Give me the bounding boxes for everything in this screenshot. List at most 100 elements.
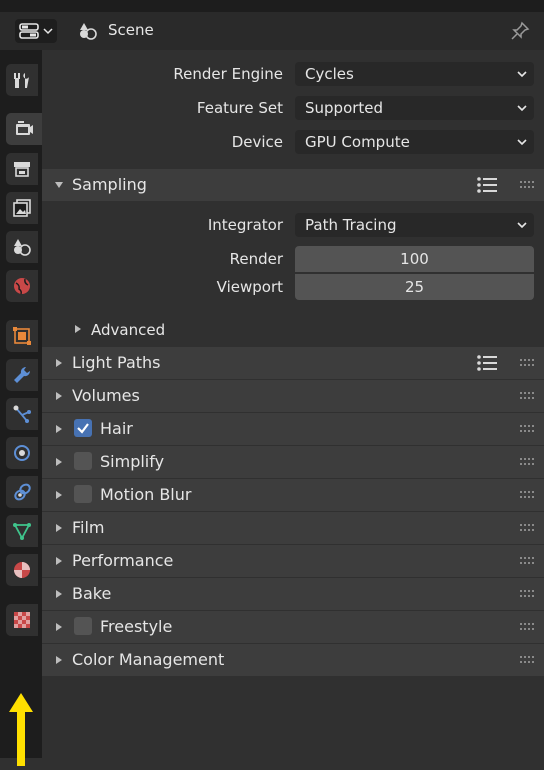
expand-right-icon [56,623,62,631]
tab-physics[interactable] [6,437,38,469]
simplify-checkbox[interactable] [74,452,92,470]
feature-set-label: Feature Set [196,99,283,117]
output-icon [14,162,30,177]
properties-header: Scene [0,12,544,50]
presets-list-icon[interactable] [476,175,498,195]
feature-set-value: Supported [305,99,384,117]
freestyle-panel-header[interactable]: Freestyle [42,611,544,643]
texture-icon [14,612,30,628]
chevron-down-icon [517,71,527,78]
render-icon [16,121,33,135]
wrench-icon [14,366,31,383]
advanced-subpanel-header[interactable]: Advanced [42,314,544,344]
tab-render[interactable] [6,113,42,145]
light-paths-panel-header[interactable]: Light Paths [42,347,544,379]
properties-editor-icon [19,23,39,39]
tab-object[interactable] [6,320,38,352]
object-icon [13,327,31,345]
sampling-title: Sampling [72,175,147,194]
scene-icon [80,23,97,40]
pin-icon[interactable] [510,21,530,41]
checkmark-icon [77,423,89,434]
tab-particles[interactable] [6,398,38,430]
expand-right-icon [56,425,62,433]
tab-world[interactable] [6,270,38,302]
render-samples-field[interactable]: 100 [295,246,534,272]
tab-modifier[interactable] [6,359,38,391]
view-layer-icon [13,199,31,217]
drag-handle-icon[interactable] [520,392,534,400]
drag-handle-icon[interactable] [520,491,534,499]
tab-data[interactable] [6,515,38,547]
drag-handle-icon[interactable] [520,557,534,565]
render-engine-dropdown[interactable]: Cycles [295,62,534,86]
drag-handle-icon[interactable] [520,524,534,532]
scene-title: Scene [108,21,154,39]
volumes-title: Volumes [72,386,140,405]
tab-scene[interactable] [6,231,38,263]
chevron-down-icon [517,222,527,229]
advanced-title: Advanced [91,321,166,339]
tab-view-layer[interactable] [6,192,38,224]
material-icon [14,562,30,578]
tab-texture[interactable] [6,604,38,636]
tool-icon [14,73,29,88]
simplify-panel-header[interactable]: Simplify [42,446,544,478]
editor-type-button[interactable] [15,19,57,43]
tab-tool[interactable] [6,64,38,96]
render-engine-label: Render Engine [173,65,283,83]
performance-title: Performance [72,551,174,570]
drag-handle-icon[interactable] [520,623,534,631]
expand-right-icon [56,491,62,499]
viewport-samples-label: Viewport [216,278,283,296]
expand-down-icon [55,182,63,188]
scene-props-icon [14,239,31,256]
yellow-arrow-icon [9,693,33,766]
expand-right-icon [56,656,62,664]
tab-output[interactable] [6,153,38,185]
motion-blur-checkbox[interactable] [74,485,92,503]
color-management-panel-header[interactable]: Color Management [42,644,544,676]
film-title: Film [72,518,105,537]
hair-checkbox[interactable] [74,419,92,437]
render-engine-value: Cycles [305,65,354,83]
particles-icon [13,405,31,423]
hair-title: Hair [100,419,133,438]
simplify-title: Simplify [100,452,165,471]
motion-blur-panel-header[interactable]: Motion Blur [42,479,544,511]
expand-right-icon [56,458,62,466]
integrator-value: Path Tracing [305,216,397,234]
drag-handle-icon[interactable] [520,590,534,598]
physics-icon [14,445,30,461]
integrator-dropdown[interactable]: Path Tracing [295,213,534,237]
chevron-down-icon [517,139,527,146]
drag-handle-icon[interactable] [520,425,534,433]
tab-material[interactable] [6,554,38,586]
drag-handle-icon[interactable] [520,656,534,664]
drag-handle-icon[interactable] [520,181,534,189]
bake-title: Bake [72,584,112,603]
constraints-icon [14,483,31,501]
film-panel-header[interactable]: Film [42,512,544,544]
expand-right-icon [56,524,62,532]
bake-panel-header[interactable]: Bake [42,578,544,610]
volumes-panel-header[interactable]: Volumes [42,380,544,412]
device-dropdown[interactable]: GPU Compute [295,130,534,154]
tab-constraints[interactable] [6,476,38,508]
render-samples-label: Render [229,250,283,268]
drag-handle-icon[interactable] [520,458,534,466]
feature-set-dropdown[interactable]: Supported [295,96,534,120]
drag-handle-icon[interactable] [520,359,534,367]
chevron-down-icon [517,105,527,112]
viewport-samples-field[interactable]: 25 [295,274,534,300]
properties-panel: Render Engine Cycles Feature Set Support… [42,50,544,758]
expand-right-icon [56,590,62,598]
expand-right-icon [56,557,62,565]
performance-panel-header[interactable]: Performance [42,545,544,577]
freestyle-checkbox[interactable] [74,617,92,635]
device-label: Device [231,133,283,151]
presets-list-icon[interactable] [476,353,498,373]
freestyle-title: Freestyle [100,617,173,636]
sampling-panel-header[interactable]: Sampling [42,169,544,201]
hair-panel-header[interactable]: Hair [42,413,544,445]
